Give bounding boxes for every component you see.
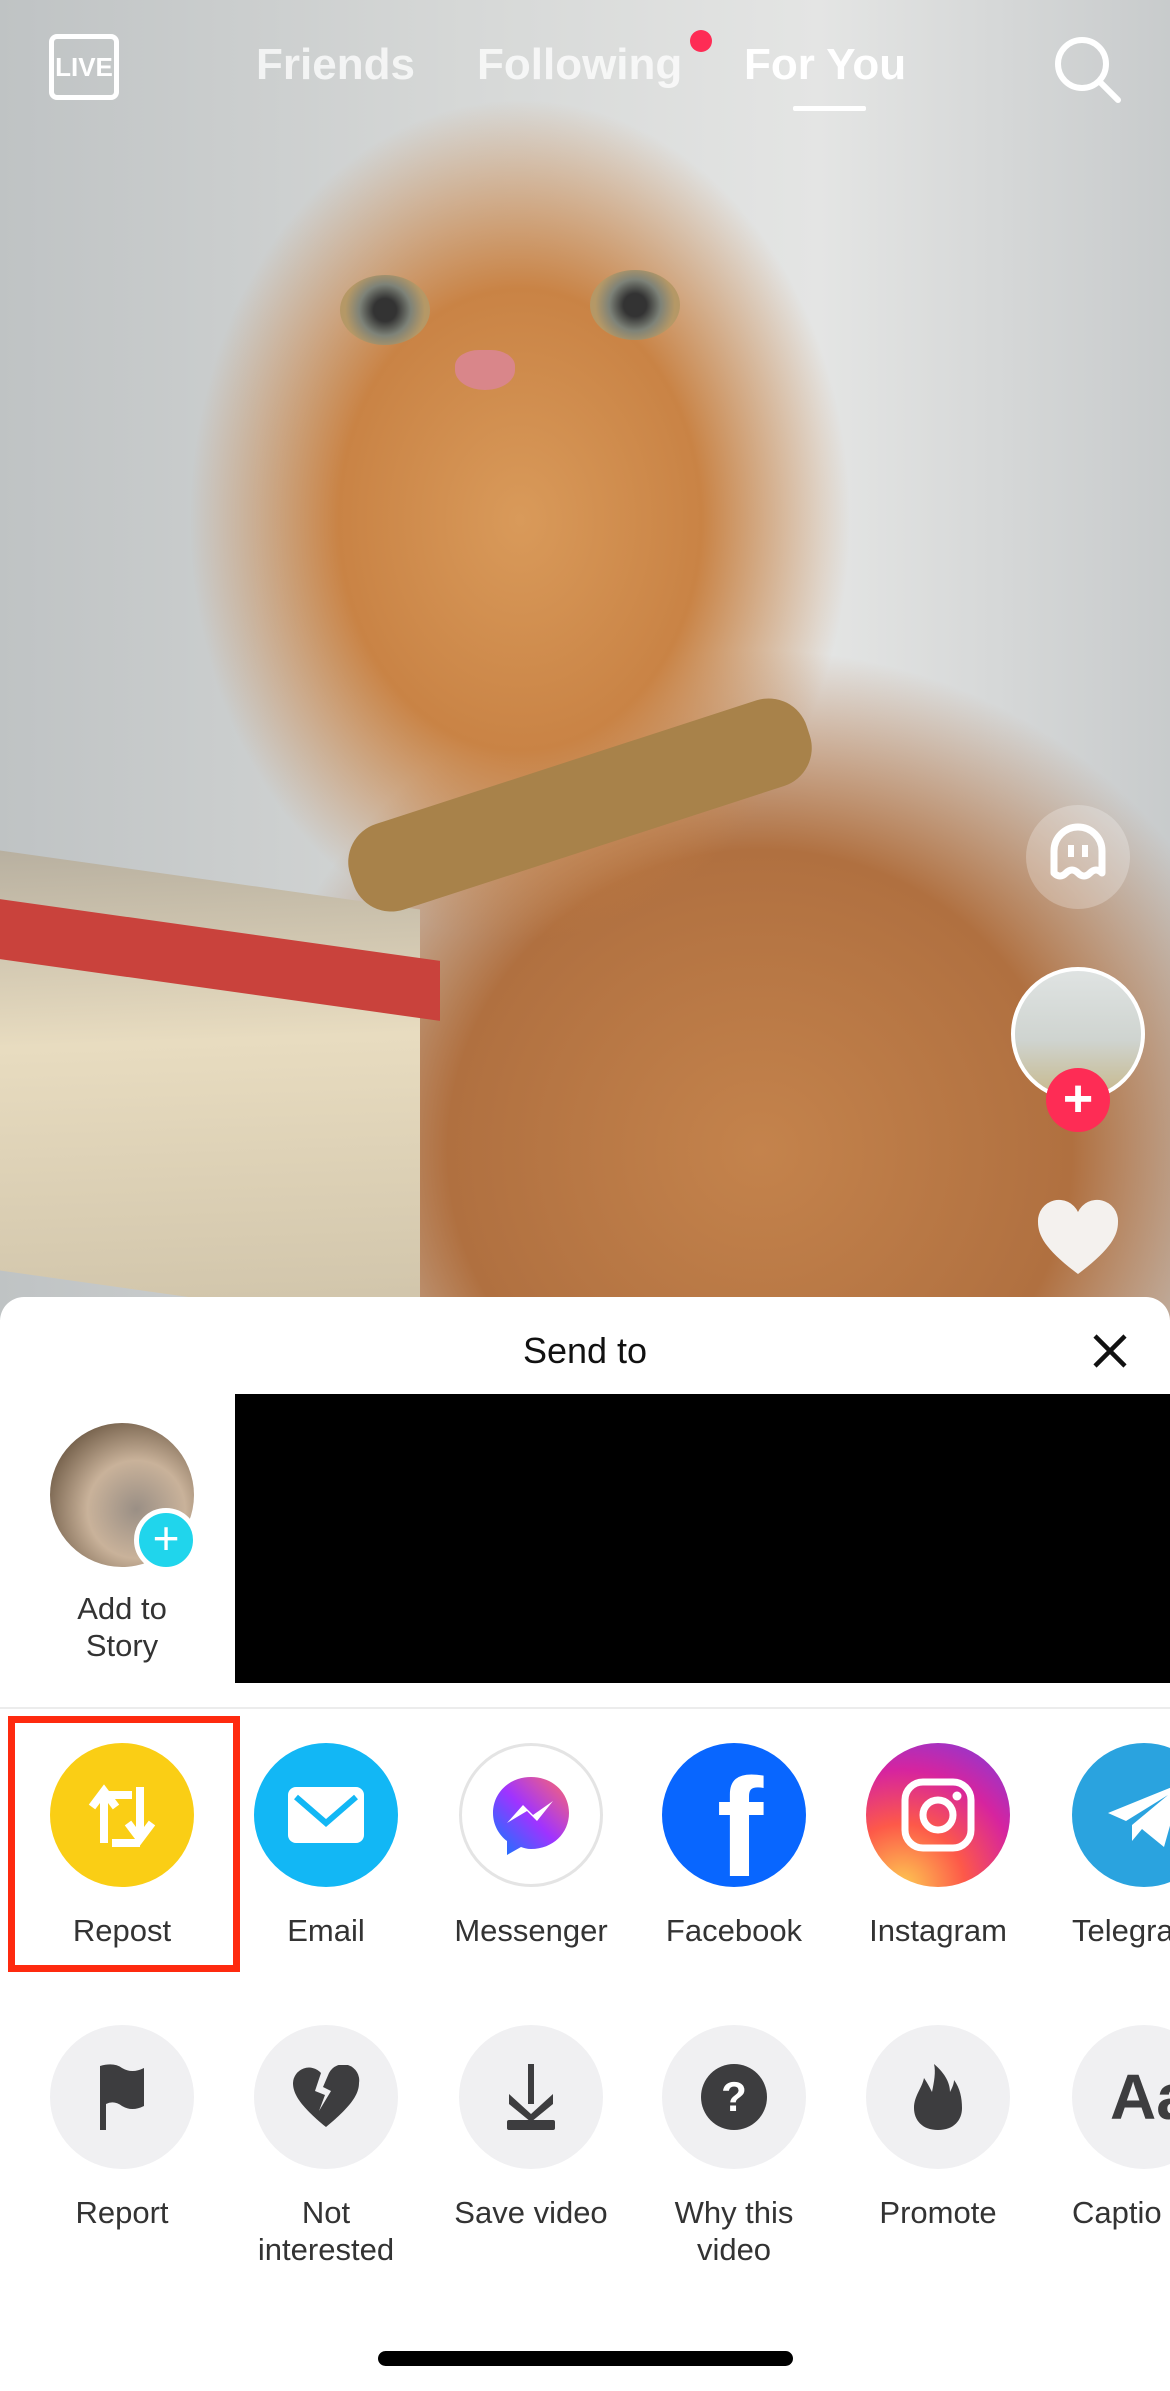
divider [0,1707,1170,1709]
search-icon[interactable] [1052,34,1124,106]
share-label: Messenger [454,1913,608,1948]
label-line: Why this [674,2195,794,2230]
action-label: Why this video [634,2194,834,2268]
tab-following[interactable]: Following [477,40,682,90]
share-label: Facebook [665,1913,803,1948]
action-promote[interactable]: Promote [838,2025,1038,2231]
label-line: video [696,2232,772,2267]
broken-heart-icon [254,2025,398,2169]
home-indicator[interactable] [378,2351,793,2366]
tab-for-you[interactable]: For You [744,40,906,90]
share-email[interactable]: Email [226,1743,426,1949]
video-content [590,270,680,340]
share-label: Telegra [1072,1913,1170,1948]
live-button[interactable]: LIVE [49,34,119,100]
active-tab-indicator [793,106,866,111]
label-line: interested [257,2232,395,2267]
follow-plus-icon[interactable]: + [1046,1068,1110,1132]
add-story-plus-icon[interactable]: + [134,1508,198,1572]
share-label: Instagram [869,1913,1007,1948]
action-report[interactable]: Report [22,2025,222,2231]
action-why-this-video[interactable]: ? Why this video [634,2025,834,2268]
video-content [337,688,823,922]
share-telegram[interactable]: Telegra [1042,1743,1170,1949]
facebook-icon: f [662,1743,806,1887]
video-content [455,350,515,390]
instagram-icon [866,1743,1010,1887]
question-icon: ? [662,2025,806,2169]
label-line: Story [85,1628,159,1663]
share-messenger[interactable]: Messenger [431,1743,631,1949]
top-nav: LIVE Friends Following For You [0,0,1170,130]
video-content [340,275,430,345]
action-not-interested[interactable]: Not interested [226,2025,426,2268]
flag-icon [50,2025,194,2169]
messenger-icon [459,1743,603,1887]
action-captions[interactable]: Aa Captio [1042,2025,1170,2231]
text-aa-icon: Aa [1072,2025,1170,2169]
label-line: Add to [77,1591,167,1626]
notification-dot [690,30,712,52]
action-label: Not interested [226,2194,426,2268]
add-to-story-label[interactable]: Add to Story [22,1590,222,1664]
share-instagram[interactable]: Instagram [838,1743,1038,1949]
heart-icon[interactable] [1036,1198,1120,1276]
label-line: Not [301,2195,351,2230]
ghost-icon[interactable] [1024,803,1132,911]
download-icon [459,2025,603,2169]
action-label: Promote [879,2195,997,2230]
live-icon: LIVE [55,51,113,82]
action-label: Captio [1072,2195,1162,2230]
action-label: Report [75,2195,169,2230]
share-facebook[interactable]: f Facebook [634,1743,834,1949]
action-label: Save video [454,2195,608,2230]
email-icon [254,1743,398,1887]
close-icon[interactable] [1092,1333,1128,1369]
action-save-video[interactable]: Save video [431,2025,631,2231]
video-player[interactable] [0,0,1170,1320]
highlight-box [8,1716,240,1972]
aa-glyph: Aa [1110,2061,1170,2133]
contacts-redacted-area [235,1394,1170,1683]
tab-friends[interactable]: Friends [256,40,415,90]
telegram-icon [1072,1743,1170,1887]
flame-icon [866,2025,1010,2169]
share-label: Email [287,1913,365,1948]
sheet-title: Send to [522,1330,648,1371]
